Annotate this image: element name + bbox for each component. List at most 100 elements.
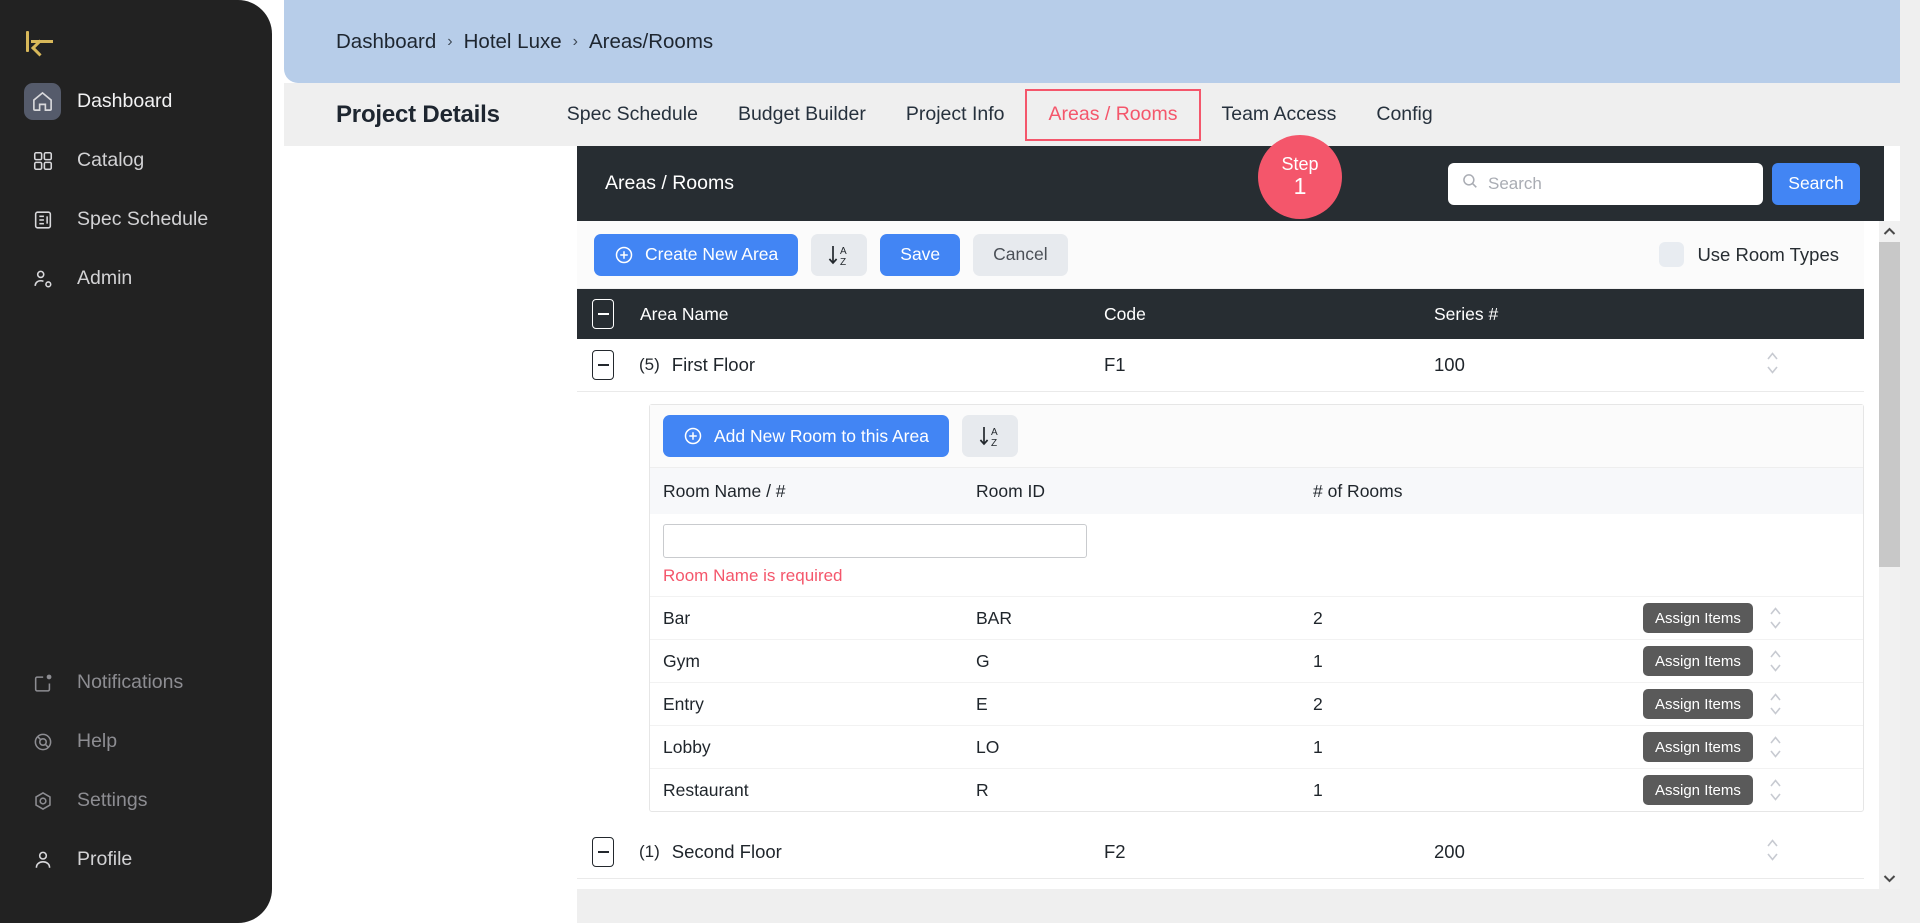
room-count-cell: 1	[1313, 650, 1323, 671]
reorder-updown-icon[interactable]	[1767, 777, 1784, 803]
assign-items-button[interactable]: Assign Items	[1643, 775, 1753, 805]
area-collapse-toggle[interactable]	[577, 837, 629, 867]
assign-items-button[interactable]: Assign Items	[1643, 689, 1753, 719]
grid-icon	[24, 142, 61, 179]
area-name-label: First Floor	[671, 354, 756, 375]
add-new-room-button[interactable]: Add New Room to this Area	[663, 415, 949, 457]
step-badge-label: Step	[1281, 154, 1319, 175]
plus-circle-icon	[614, 245, 634, 265]
sidebar-item-label: Admin	[77, 267, 133, 289]
sidebar-item-label: Notifications	[77, 671, 184, 693]
sidebar-nav-secondary: Notifications Help Settings Profile	[0, 659, 272, 895]
table-row[interactable]: Gym G 1 Assign Items	[650, 639, 1863, 682]
new-room-name-input[interactable]	[663, 524, 1087, 558]
create-new-area-button[interactable]: Create New Area	[594, 233, 799, 276]
search-icon	[1461, 172, 1479, 195]
sidebar-item-notifications[interactable]: Notifications	[0, 659, 272, 706]
tab-budget-builder[interactable]: Budget Builder	[718, 89, 886, 141]
scrollbar-thumb[interactable]	[1879, 242, 1900, 567]
use-room-types-checkbox[interactable]	[1659, 242, 1685, 267]
table-row[interactable]: Entry E 2 Assign Items	[650, 682, 1863, 725]
reorder-updown-icon[interactable]	[1767, 605, 1784, 631]
page-title: Project Details	[336, 100, 500, 128]
use-room-types-label: Use Room Types	[1697, 243, 1839, 265]
tab-config[interactable]: Config	[1356, 89, 1452, 141]
search-box[interactable]	[1448, 162, 1763, 205]
room-name-cell: Gym	[663, 650, 700, 671]
sidebar-item-profile[interactable]: Profile	[0, 836, 272, 883]
sidebar-item-spec-schedule[interactable]: Spec Schedule	[0, 196, 272, 243]
table-row[interactable]: (5) First Floor F1 100	[577, 339, 1864, 392]
table-row[interactable]: Bar BAR 2 Assign Items	[650, 596, 1863, 639]
area-name-label: Second Floor	[671, 841, 782, 862]
room-name-cell: Restaurant	[663, 779, 749, 800]
assign-items-button[interactable]: Assign Items	[1643, 603, 1753, 633]
table-row[interactable]: (1) Second Floor F2 200	[577, 826, 1864, 879]
tab-areas-rooms[interactable]: Areas / Rooms	[1024, 88, 1202, 141]
app-root: Dashboard Catalog Spec Schedule Admin No…	[0, 0, 1920, 923]
search-button[interactable]: Search	[1772, 162, 1860, 205]
room-actions-cell: Assign Items	[1643, 689, 1863, 719]
reorder-updown-icon[interactable]	[1767, 691, 1784, 717]
area-reorder-handle[interactable]	[1764, 837, 1864, 868]
svg-text:A: A	[991, 427, 998, 438]
sort-az-icon: A Z	[825, 242, 853, 268]
room-count-cell: 1	[1313, 736, 1323, 757]
sidebar-item-label: Dashboard	[77, 90, 173, 112]
column-room-id: Room ID	[976, 480, 1046, 501]
sidebar-item-label: Settings	[77, 789, 148, 811]
plus-circle-icon	[683, 426, 703, 446]
tab-team-access[interactable]: Team Access	[1201, 89, 1356, 141]
reorder-updown-icon[interactable]	[1767, 648, 1784, 674]
table-row[interactable]: Lobby LO 1 Assign Items	[650, 725, 1863, 768]
area-reorder-handle[interactable]	[1764, 350, 1864, 381]
area-code-cell: F2	[1104, 841, 1126, 862]
sidebar-item-label: Help	[77, 730, 118, 752]
sidebar-item-dashboard[interactable]: Dashboard	[0, 78, 272, 125]
breadcrumb-item-dashboard[interactable]: Dashboard	[336, 30, 436, 54]
room-actions-cell: Assign Items	[1643, 603, 1863, 633]
table-row[interactable]: Restaurant R 1 Assign Items	[650, 768, 1863, 811]
bottom-gutter	[577, 889, 1920, 923]
room-id-cell: E	[976, 693, 988, 714]
save-button[interactable]: Save	[880, 233, 961, 276]
sidebar: Dashboard Catalog Spec Schedule Admin No…	[0, 0, 272, 923]
sidebar-item-help[interactable]: Help	[0, 718, 272, 765]
collapse-all-toggle[interactable]	[577, 299, 629, 329]
sort-az-button[interactable]: A Z	[811, 233, 868, 276]
area-series-cell: 100	[1434, 354, 1465, 375]
scroll-up-arrow[interactable]	[1879, 221, 1900, 242]
sidebar-item-catalog[interactable]: Catalog	[0, 137, 272, 184]
sidebar-item-admin[interactable]: Admin	[0, 255, 272, 302]
lifebuoy-icon	[24, 723, 61, 760]
document-list-icon	[24, 201, 61, 238]
assign-items-button[interactable]: Assign Items	[1643, 646, 1753, 676]
column-num-rooms: # of Rooms	[1313, 480, 1403, 501]
vertical-scrollbar[interactable]	[1879, 221, 1900, 923]
rooms-sort-az-button[interactable]: A Z	[961, 415, 1018, 457]
room-name-cell: Lobby	[663, 736, 711, 757]
right-gutter	[1900, 0, 1920, 923]
area-series-cell: 200	[1434, 841, 1465, 862]
collapse-panel-icon[interactable]	[26, 26, 66, 56]
add-new-room-label: Add New Room to this Area	[714, 425, 929, 446]
area-name-cell: (5) First Floor	[629, 354, 1104, 376]
area-collapse-toggle[interactable]	[577, 350, 629, 380]
tab-project-info[interactable]: Project Info	[886, 89, 1025, 141]
breadcrumb-item-hotel-luxe[interactable]: Hotel Luxe	[464, 30, 562, 54]
user-gear-icon	[24, 260, 61, 297]
breadcrumb-item-areas-rooms[interactable]: Areas/Rooms	[589, 30, 713, 54]
sort-az-icon: A Z	[976, 423, 1004, 449]
reorder-updown-icon[interactable]	[1767, 734, 1784, 760]
search-input[interactable]	[1488, 173, 1750, 194]
tab-spec-schedule[interactable]: Spec Schedule	[547, 89, 718, 141]
sidebar-item-label: Catalog	[77, 149, 145, 171]
assign-items-button[interactable]: Assign Items	[1643, 732, 1753, 762]
cancel-button[interactable]: Cancel	[973, 233, 1068, 276]
chevron-right-icon: ›	[447, 32, 453, 50]
scroll-down-arrow[interactable]	[1879, 868, 1900, 889]
sidebar-item-settings[interactable]: Settings	[0, 777, 272, 824]
svg-text:Z: Z	[840, 257, 846, 268]
home-icon	[24, 83, 61, 120]
column-area-name: Area Name	[640, 303, 729, 324]
